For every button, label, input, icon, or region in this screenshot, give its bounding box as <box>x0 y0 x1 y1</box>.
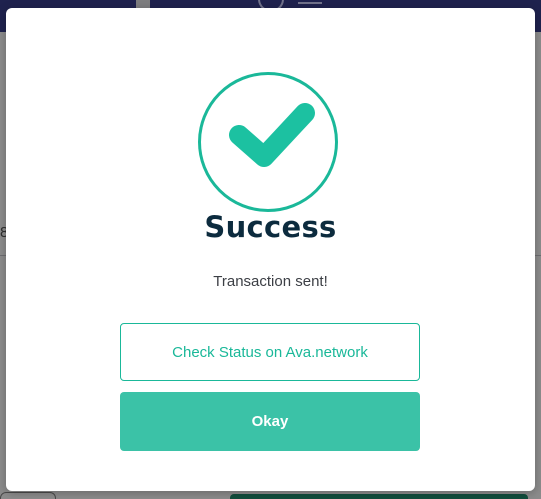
modal-title: Success <box>204 210 337 244</box>
okay-button[interactable]: Okay <box>120 392 420 451</box>
check-status-button[interactable]: Check Status on Ava.network <box>120 323 420 381</box>
success-check-circle <box>198 72 338 212</box>
check-icon <box>229 103 315 167</box>
modal-message: Transaction sent! <box>213 273 328 290</box>
success-modal: Success Transaction sent! Check Status o… <box>6 8 535 491</box>
